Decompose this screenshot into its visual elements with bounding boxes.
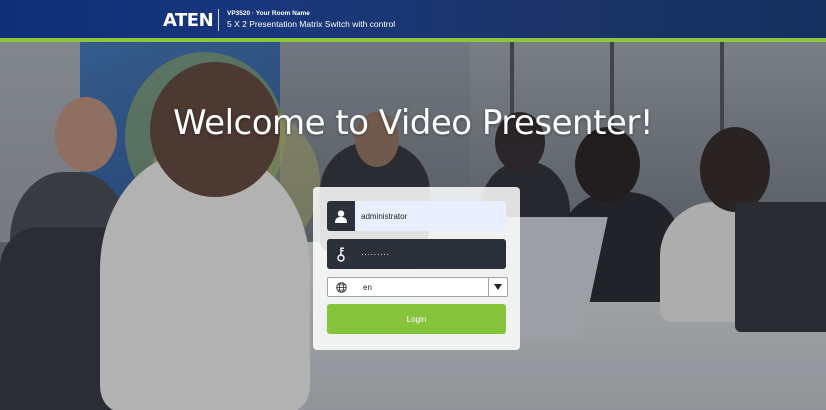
password-field[interactable] xyxy=(327,239,506,269)
username-field[interactable] xyxy=(327,201,506,231)
welcome-heading: Welcome to Video Presenter! xyxy=(173,103,653,143)
triangle-down-icon[interactable] xyxy=(488,278,507,296)
aten-logo: ATEN xyxy=(163,10,214,31)
user-icon xyxy=(327,201,355,231)
password-input[interactable] xyxy=(355,239,506,269)
top-header: ATEN VP3520 · Your Room Name 5 X 2 Prese… xyxy=(0,0,826,38)
product-subtitle: 5 X 2 Presentation Matrix Switch with co… xyxy=(227,19,396,29)
header-divider xyxy=(218,9,219,31)
username-input[interactable] xyxy=(355,201,506,231)
login-panel: en Login xyxy=(313,187,520,350)
key-icon xyxy=(327,239,355,269)
language-value: en xyxy=(363,282,372,292)
login-button[interactable]: Login xyxy=(327,304,506,334)
model-room-name: VP3520 · Your Room Name xyxy=(227,10,310,17)
language-select[interactable]: en xyxy=(327,277,508,297)
globe-icon xyxy=(328,281,354,293)
